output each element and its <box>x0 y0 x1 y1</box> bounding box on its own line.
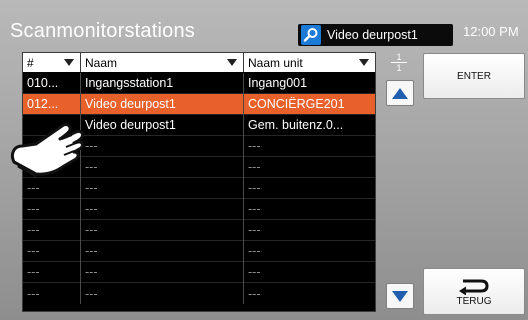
table-row[interactable]: --- --- --- <box>23 261 375 283</box>
cell-unit: --- <box>248 223 261 237</box>
cell-unit: --- <box>248 160 261 174</box>
page-title: Scanmonitorstations <box>10 20 196 42</box>
cell-unit: Ingang001 <box>248 76 308 90</box>
sort-arrow-icon <box>359 59 369 66</box>
scroll-down-button[interactable] <box>386 283 414 309</box>
cell-name: --- <box>81 156 244 178</box>
camera-badge: Video deurpost1 <box>298 24 453 46</box>
column-header-name[interactable]: Naam <box>81 53 244 72</box>
cell-name: --- <box>81 219 244 241</box>
table-row[interactable]: --- --- --- <box>23 283 375 304</box>
table-row[interactable]: --- --- --- <box>23 219 375 241</box>
cell-name: --- <box>81 135 244 157</box>
column-header-number[interactable]: # <box>23 53 81 72</box>
cell-unit: --- <box>248 181 261 195</box>
station-table: # Naam Naam unit 010... Ingangsstation1 … <box>22 52 376 312</box>
cell-unit: --- <box>248 265 261 279</box>
cell-unit: Gem. buitenz.0... <box>248 118 344 132</box>
cell-unit: --- <box>248 139 261 153</box>
page-current: 1 <box>396 52 402 62</box>
cell-number: --- <box>23 240 81 262</box>
cell-name: --- <box>81 198 244 220</box>
back-label: TERUG <box>456 295 492 307</box>
back-button[interactable]: TERUG <box>423 268 525 315</box>
clock: 12:00 PM <box>463 24 519 39</box>
cell-name: Video deurpost1 <box>81 93 244 115</box>
column-header-unit[interactable]: Naam unit <box>244 53 375 72</box>
cell-name: Ingangsstation1 <box>81 72 244 94</box>
cell-name: --- <box>81 240 244 262</box>
pointing-hand-icon <box>10 123 84 178</box>
search-camera-icon <box>301 25 321 45</box>
sort-arrow-icon <box>227 59 237 66</box>
cell-name: --- <box>81 261 244 283</box>
page-total: 1 <box>396 63 402 73</box>
cell-unit: CONCIËRGE201 <box>248 97 345 111</box>
scrollbar: 1 1 <box>384 52 414 310</box>
cell-number: --- <box>23 198 81 220</box>
cell-unit: --- <box>248 202 261 216</box>
table-row[interactable]: --- --- --- <box>23 240 375 262</box>
table-row[interactable]: 010... Ingangsstation1 Ingang001 <box>23 72 375 94</box>
triangle-down-icon <box>392 290 408 302</box>
screen-panel: Scanmonitorstations Video deurpost1 12:0… <box>0 0 528 320</box>
cell-number: --- <box>23 283 81 304</box>
page-indicator: 1 1 <box>384 52 414 74</box>
scroll-up-button[interactable] <box>386 80 414 106</box>
cell-name: --- <box>81 283 244 304</box>
camera-label: Video deurpost1 <box>327 28 418 42</box>
sort-arrow-icon <box>64 59 74 66</box>
cell-number: --- <box>23 219 81 241</box>
cell-name: Video deurpost1 <box>81 114 244 136</box>
enter-label: ENTER <box>457 70 491 82</box>
table-row[interactable]: --- --- --- <box>23 198 375 220</box>
cell-name: --- <box>81 177 244 199</box>
table-header: # Naam Naam unit <box>23 53 375 72</box>
cell-unit: --- <box>248 286 261 301</box>
cell-unit: --- <box>248 244 261 258</box>
cell-number: --- <box>23 261 81 283</box>
triangle-up-icon <box>392 87 408 99</box>
return-arrow-icon <box>459 279 489 295</box>
enter-button[interactable]: ENTER <box>423 53 525 99</box>
cell-number: 010... <box>23 72 81 94</box>
